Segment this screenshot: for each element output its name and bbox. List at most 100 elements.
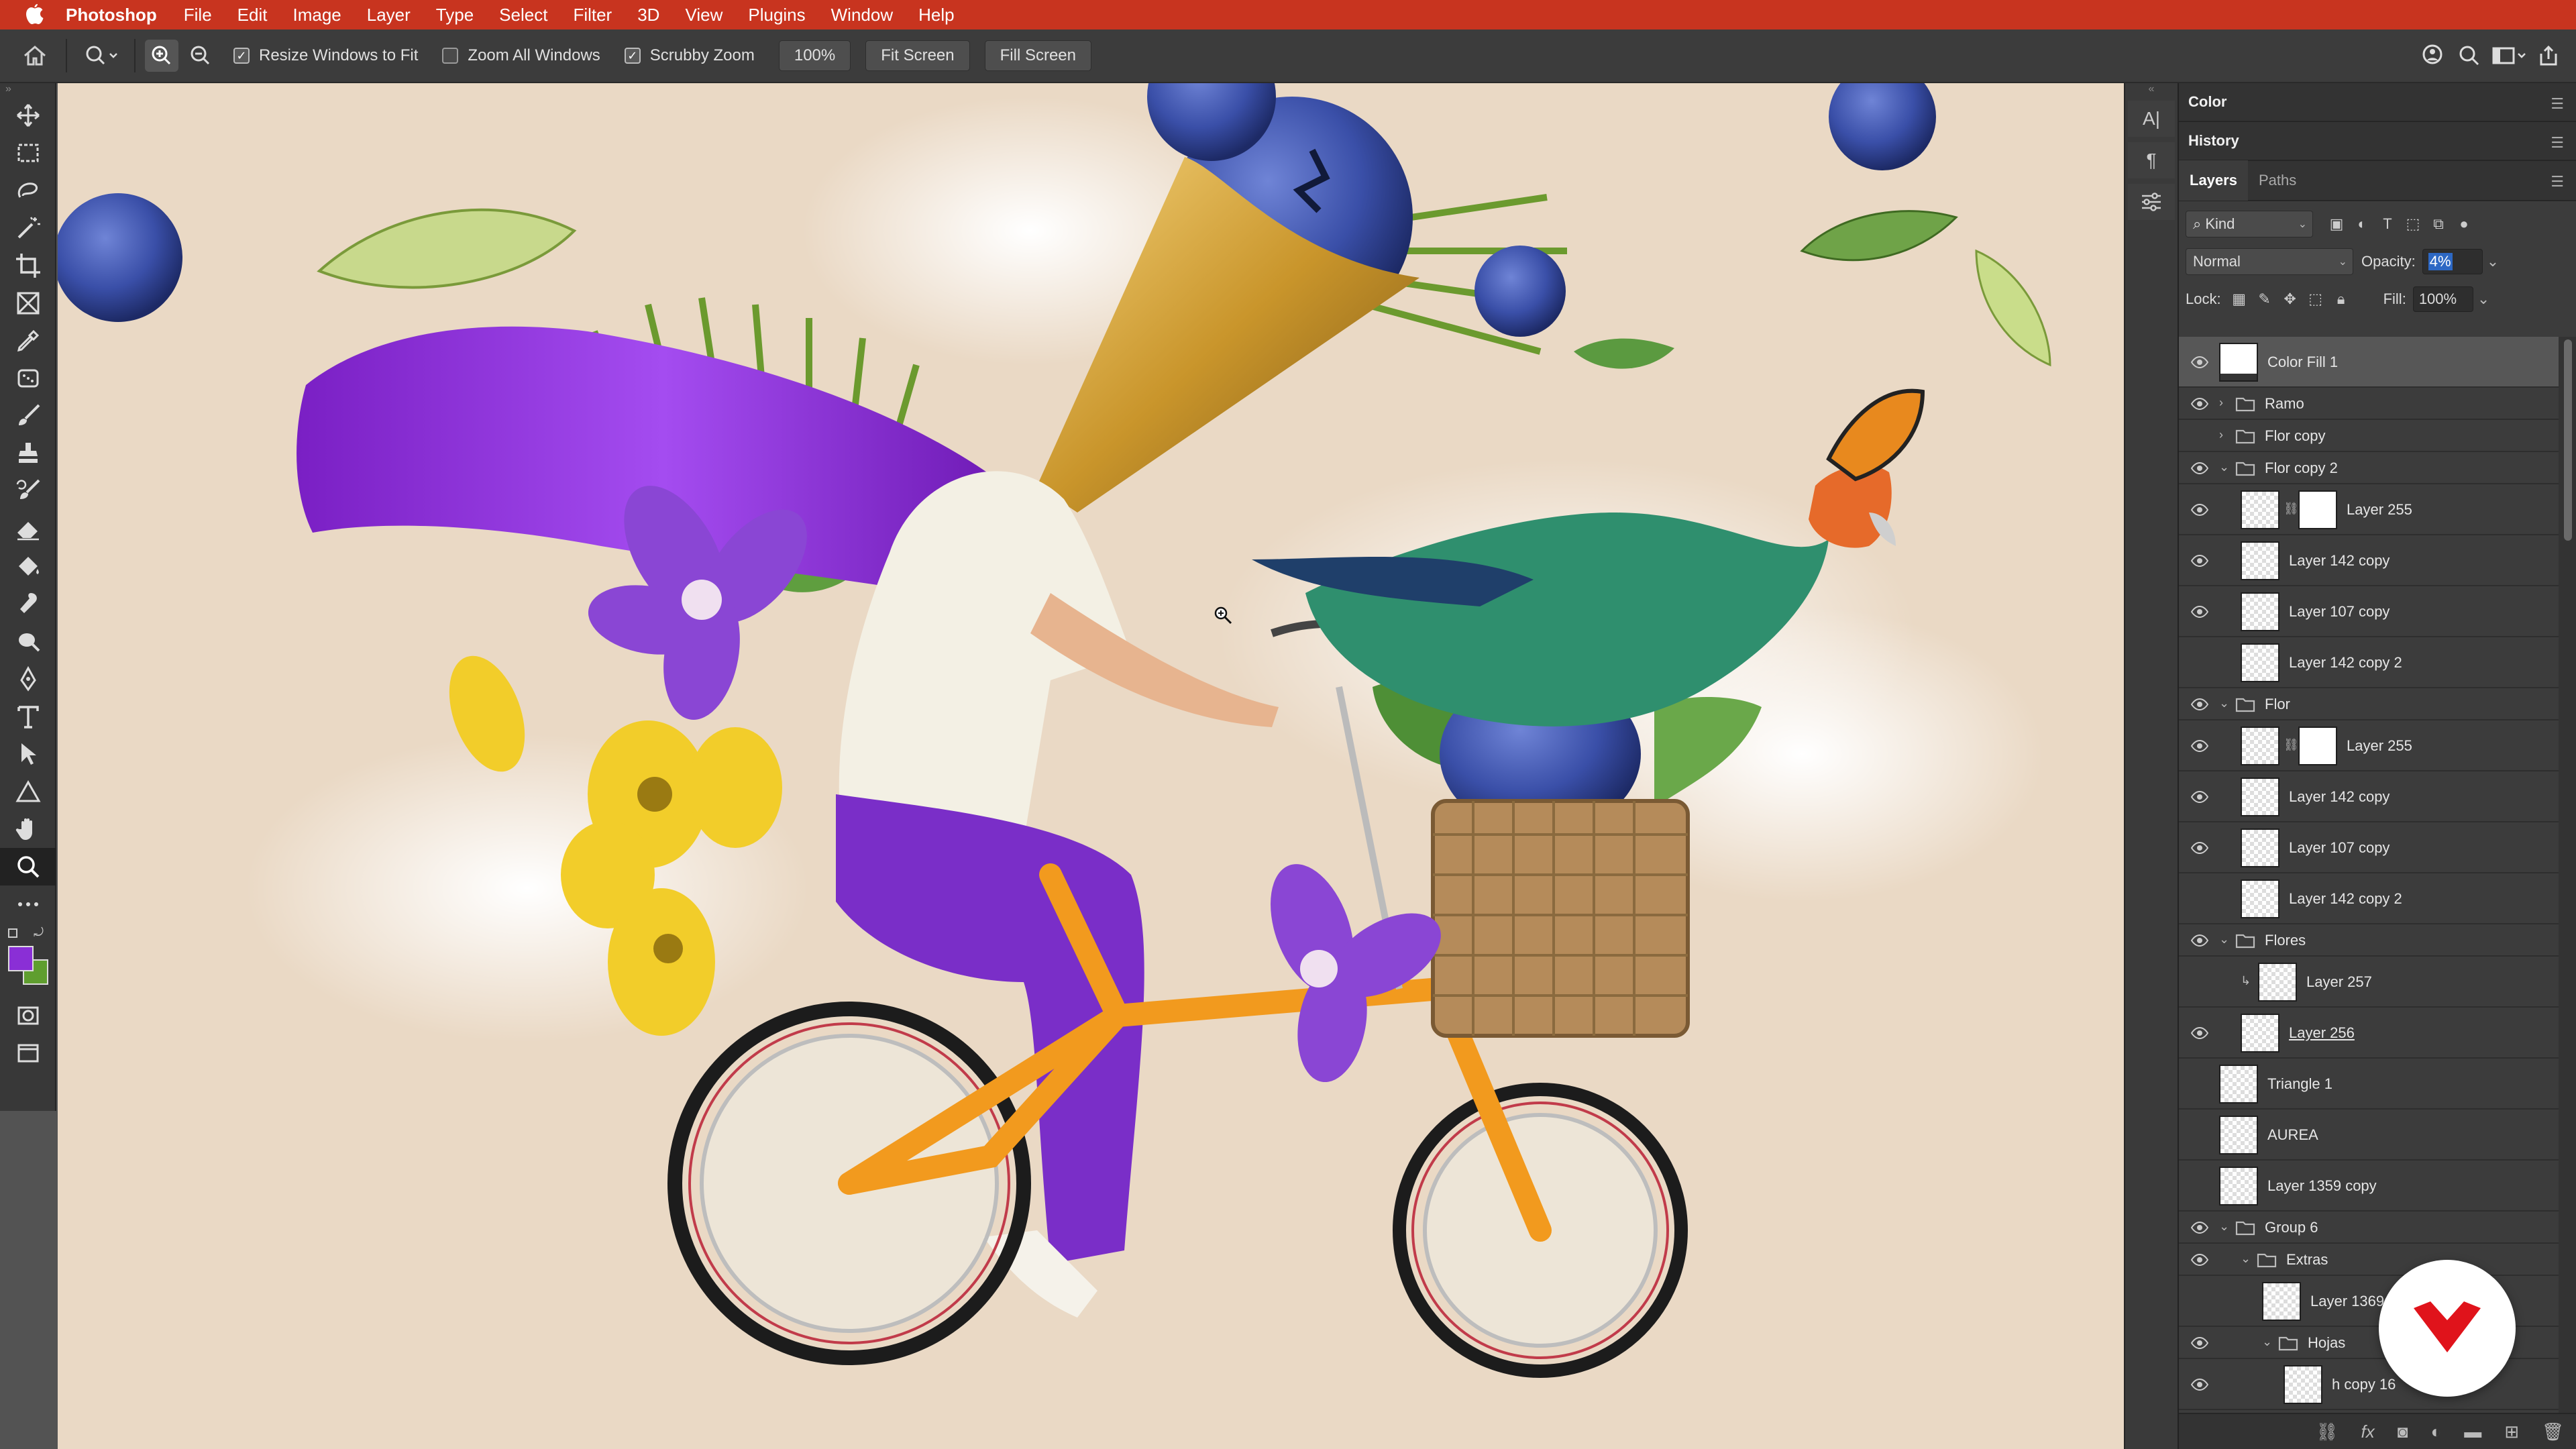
group-disclosure-icon[interactable]: ⌄	[2219, 932, 2229, 947]
layer-row[interactable]: ⛓ Layer 255	[2179, 720, 2559, 771]
adjustment-icon[interactable]: ◐	[2430, 1421, 2441, 1442]
learn-icon[interactable]	[2415, 40, 2451, 72]
visibility-eye-icon[interactable]	[2190, 653, 2210, 673]
patch-tool-icon[interactable]	[0, 360, 56, 397]
quick-mask-icon[interactable]	[0, 997, 56, 1034]
layer-group-row[interactable]: ⌄ Extras	[2179, 1244, 2559, 1276]
path-select-tool-icon[interactable]	[0, 735, 56, 773]
filter-adjustment-icon[interactable]: ◐	[2352, 214, 2372, 234]
layer-row[interactable]: Layer 107 copy	[2179, 822, 2559, 873]
menu-window[interactable]: Window	[831, 5, 893, 25]
zoom-value-field[interactable]: 100%	[778, 40, 851, 71]
group-disclosure-icon[interactable]: ›	[2219, 396, 2223, 410]
eraser-tool-icon[interactable]	[0, 510, 56, 547]
visibility-eye-icon[interactable]	[2190, 551, 2210, 571]
visibility-eye-icon[interactable]	[2190, 1218, 2210, 1238]
menu-layer[interactable]: Layer	[367, 5, 411, 25]
mask-icon[interactable]: ◙	[2398, 1421, 2408, 1442]
visibility-eye-icon[interactable]	[2190, 1176, 2210, 1196]
menu-type[interactable]: Type	[436, 5, 474, 25]
frame-tool-icon[interactable]	[0, 284, 56, 322]
blend-mode-select[interactable]: Normal ⌄	[2186, 248, 2353, 275]
color-panel-menu-icon[interactable]: ☰	[2551, 95, 2564, 113]
marquee-tool-icon[interactable]	[0, 134, 56, 172]
trash-icon[interactable]: 🗑︎	[2542, 1421, 2564, 1442]
new-layer-icon[interactable]: ⊞	[2504, 1421, 2519, 1442]
filter-shape-icon[interactable]: ⬚	[2403, 214, 2423, 234]
group-disclosure-icon[interactable]: ⌄	[2241, 1252, 2251, 1266]
group-disclosure-icon[interactable]: ⌄	[2219, 696, 2229, 710]
zoom-tool-icon[interactable]	[0, 848, 56, 885]
fill-dropdown-icon[interactable]: ⌄	[2477, 290, 2489, 308]
search-icon[interactable]	[2451, 40, 2487, 72]
apple-icon[interactable]	[23, 3, 46, 26]
fill-field[interactable]: 100%	[2412, 286, 2473, 312]
layer-group-row[interactable]: ⌄ Flores	[2179, 924, 2559, 957]
share-icon[interactable]	[2530, 40, 2567, 72]
mask-link-icon[interactable]: ⛓	[2284, 502, 2299, 516]
visibility-eye-icon[interactable]	[2190, 838, 2210, 858]
layer-row[interactable]: ↳ Layer 257	[2179, 957, 2559, 1008]
filter-pixel-icon[interactable]: ▣	[2326, 214, 2347, 234]
filter-type-icon[interactable]: T	[2377, 214, 2398, 234]
menu-edit[interactable]: Edit	[237, 5, 268, 25]
crop-tool-icon[interactable]	[0, 247, 56, 284]
layer-row[interactable]: Layer 142 copy	[2179, 771, 2559, 822]
visibility-eye-icon[interactable]	[2190, 602, 2210, 622]
group-disclosure-icon[interactable]: ›	[2219, 428, 2223, 442]
visibility-eye-icon[interactable]	[2190, 1250, 2210, 1270]
character-panel-icon[interactable]: A|	[2128, 101, 2175, 137]
pen-tool-icon[interactable]	[0, 660, 56, 698]
folder-icon[interactable]: ▬	[2464, 1421, 2481, 1442]
screen-mode-icon[interactable]	[0, 1034, 56, 1072]
home-icon[interactable]	[15, 40, 55, 72]
foreground-color-swatch[interactable]	[8, 946, 34, 971]
color-panel-tab[interactable]: Color ☰	[2179, 83, 2576, 122]
visibility-eye-icon[interactable]	[2190, 930, 2210, 951]
document-canvas[interactable]	[58, 83, 2124, 1449]
visibility-eye-icon[interactable]	[2190, 972, 2210, 992]
visibility-eye-icon[interactable]	[2190, 1333, 2210, 1353]
layer-row[interactable]: Layer 1359 copy	[2179, 1161, 2559, 1212]
visibility-eye-icon[interactable]	[2190, 1074, 2210, 1094]
group-disclosure-icon[interactable]: ⌄	[2262, 1335, 2272, 1349]
menu-file[interactable]: File	[184, 5, 212, 25]
paragraph-panel-icon[interactable]: ¶	[2128, 142, 2175, 178]
strip-collapse-icon[interactable]: «	[2125, 83, 2178, 95]
fill-screen-button[interactable]: Fill Screen	[984, 40, 1091, 71]
menu-image[interactable]: Image	[292, 5, 341, 25]
hand-tool-icon[interactable]	[0, 810, 56, 848]
layer-row[interactable]: Color Fill 1	[2179, 337, 2559, 388]
brush-tool-icon[interactable]	[0, 397, 56, 435]
app-name[interactable]: Photoshop	[66, 5, 157, 25]
workspace-icon[interactable]	[2487, 40, 2530, 72]
visibility-eye-icon[interactable]	[2190, 889, 2210, 909]
layer-group-row[interactable]: › Flor copy	[2179, 420, 2559, 452]
menu-3d[interactable]: 3D	[637, 5, 659, 25]
menu-view[interactable]: View	[685, 5, 722, 25]
lock-all-icon[interactable]: 🔒︎	[2331, 289, 2351, 309]
more-tools-icon[interactable]	[0, 885, 56, 923]
zoom-out-icon[interactable]	[182, 40, 219, 72]
layer-group-row[interactable]: ⌄ Flor copy 2	[2179, 452, 2559, 484]
layer-mask-thumbnail[interactable]	[2298, 490, 2337, 529]
visibility-eye-icon[interactable]	[2190, 787, 2210, 807]
filter-toggle-icon[interactable]: ●	[2454, 214, 2474, 234]
shape-tool-icon[interactable]	[0, 773, 56, 810]
lock-paint-icon[interactable]: ✎	[2255, 289, 2275, 309]
kind-filter-select[interactable]: ⌕ Kind ⌄	[2186, 211, 2313, 237]
menu-select[interactable]: Select	[499, 5, 547, 25]
layer-row[interactable]: Layer 142 copy 2	[2179, 637, 2559, 688]
lock-transparency-icon[interactable]: ▦	[2229, 289, 2249, 309]
layer-row[interactable]: Layer 142 copy	[2179, 535, 2559, 586]
eyedropper-tool-icon[interactable]	[0, 322, 56, 360]
layer-mask-thumbnail[interactable]	[2298, 727, 2337, 765]
type-tool-icon[interactable]	[0, 698, 56, 735]
magic-wand-tool-icon[interactable]	[0, 209, 56, 247]
lock-artboard-icon[interactable]: ⬚	[2306, 289, 2326, 309]
default-colors-icon[interactable]	[8, 928, 17, 938]
visibility-eye-icon[interactable]	[2190, 1291, 2210, 1311]
layer-row[interactable]: AUREA	[2179, 1110, 2559, 1161]
history-panel-tab[interactable]: History ☰	[2179, 122, 2576, 161]
opacity-field[interactable]: 4%	[2422, 249, 2483, 274]
